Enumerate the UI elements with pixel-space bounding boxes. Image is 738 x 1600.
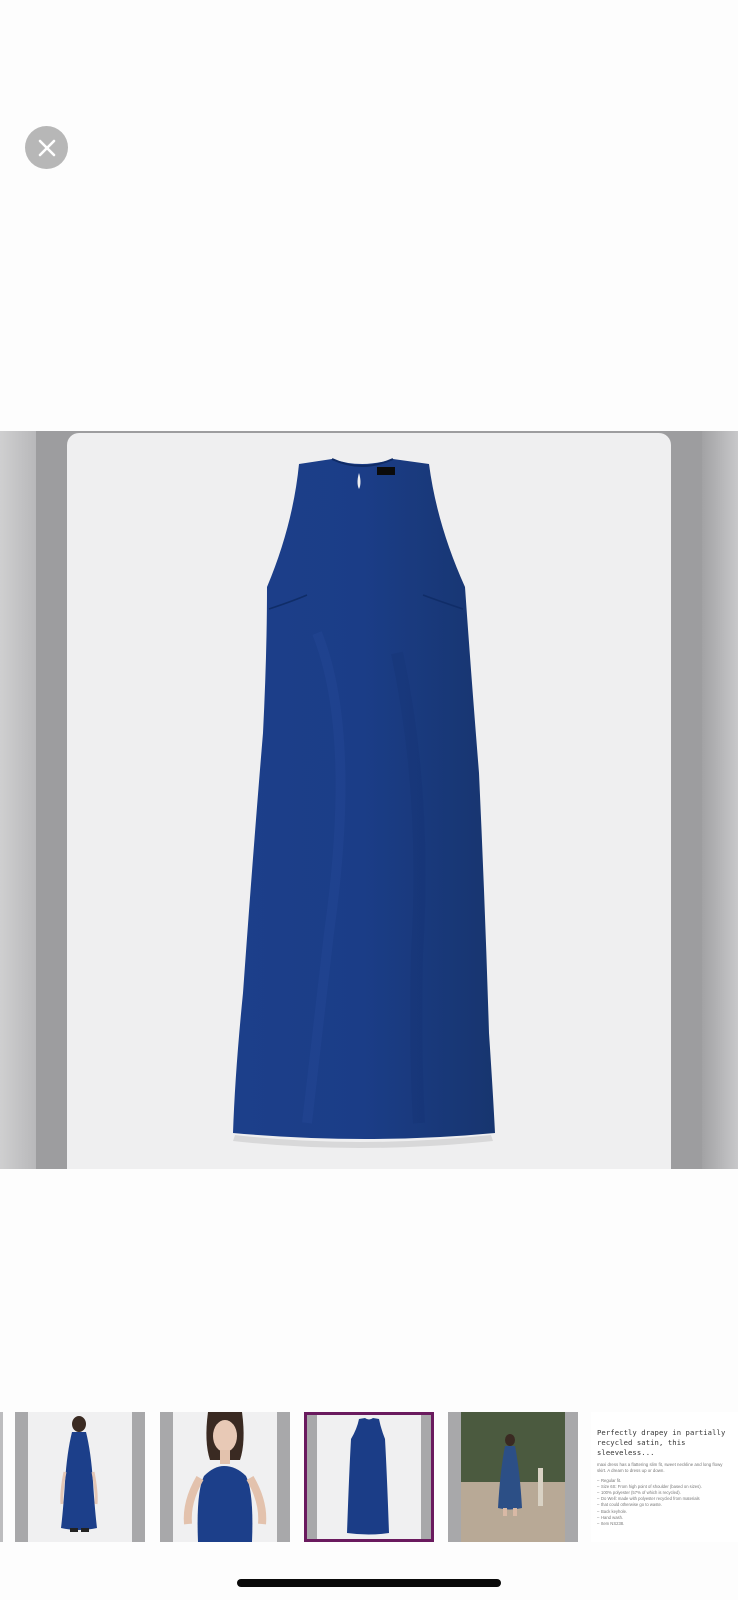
thumbnail-model-closeup[interactable] [160,1412,290,1542]
thumbnail-flat-lay[interactable] [304,1412,434,1542]
thumbnail-product-details[interactable]: Perfectly drapey in partially recycled s… [591,1412,738,1542]
close-button[interactable] [25,126,68,169]
dress-illustration [233,458,495,1148]
thumbnail-strip: Perfectly drapey in partially recycled s… [0,1412,738,1542]
thumbnail-back-view[interactable] [15,1412,145,1542]
details-body: maxi dress has a flattering slim fit, sw… [597,1462,723,1474]
previous-image-edge [0,431,36,1169]
thumbnail-closeup-image [183,1412,267,1542]
details-bullet: Item NS238. [597,1521,732,1527]
next-image-edge [702,431,738,1169]
thumbnail-street-image [461,1412,565,1542]
close-icon [38,139,55,156]
details-heading: Perfectly drapey in partially recycled s… [597,1428,726,1457]
product-image-viewer: Perfectly drapey in partially recycled s… [0,0,738,1600]
home-indicator[interactable] [237,1579,501,1587]
details-bullets: Regular fit. Size 6S: From high point of… [597,1478,732,1528]
main-product-image[interactable] [67,433,671,1169]
main-image-carousel[interactable] [0,431,738,1169]
thumbnail-flat-image [347,1418,389,1535]
thumbnail-back-image [60,1416,98,1532]
thumbnail-street-view[interactable] [448,1412,578,1542]
thumbnail-edge [0,1412,3,1542]
